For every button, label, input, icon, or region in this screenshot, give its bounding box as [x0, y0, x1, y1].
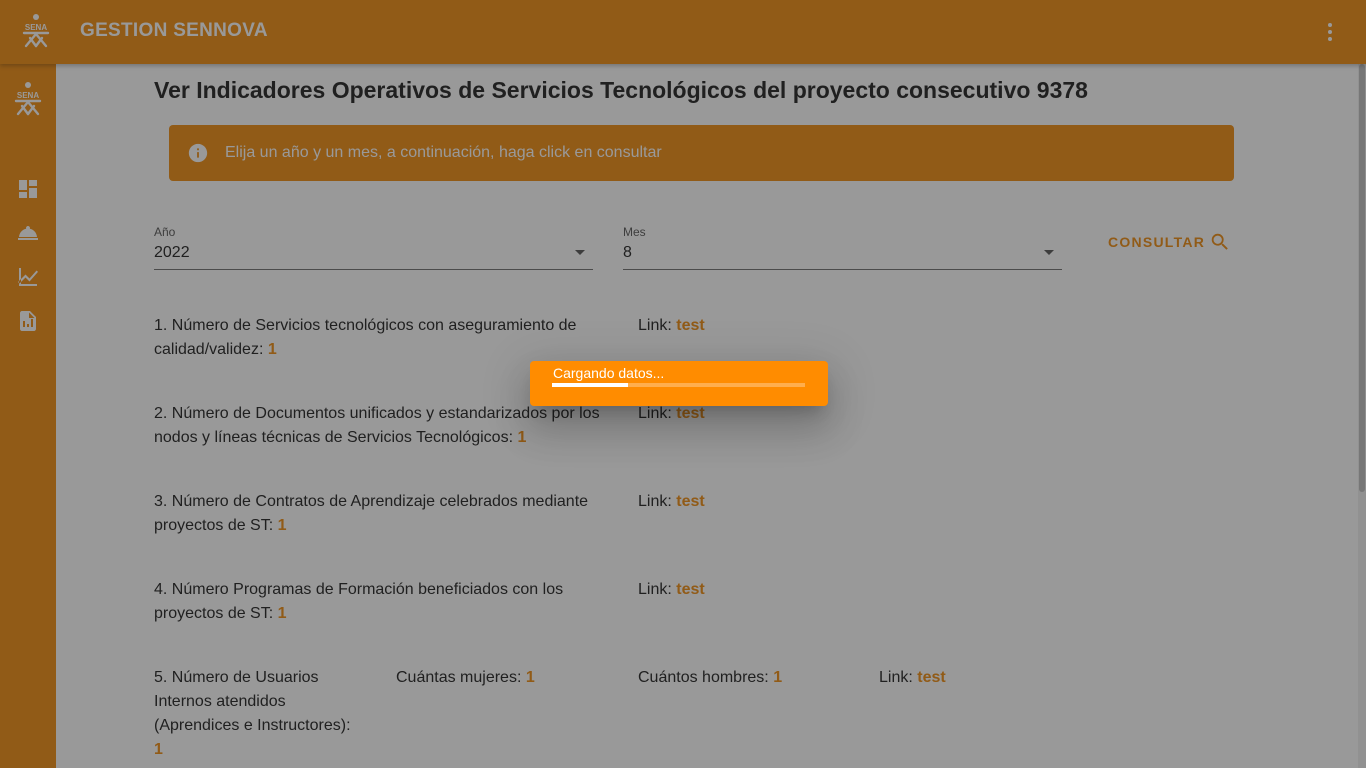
loading-text: Cargando datos...: [553, 365, 665, 381]
loading-dialog: Cargando datos...: [530, 361, 828, 406]
progress-bar: [552, 383, 805, 387]
progress-fill: [552, 383, 628, 387]
